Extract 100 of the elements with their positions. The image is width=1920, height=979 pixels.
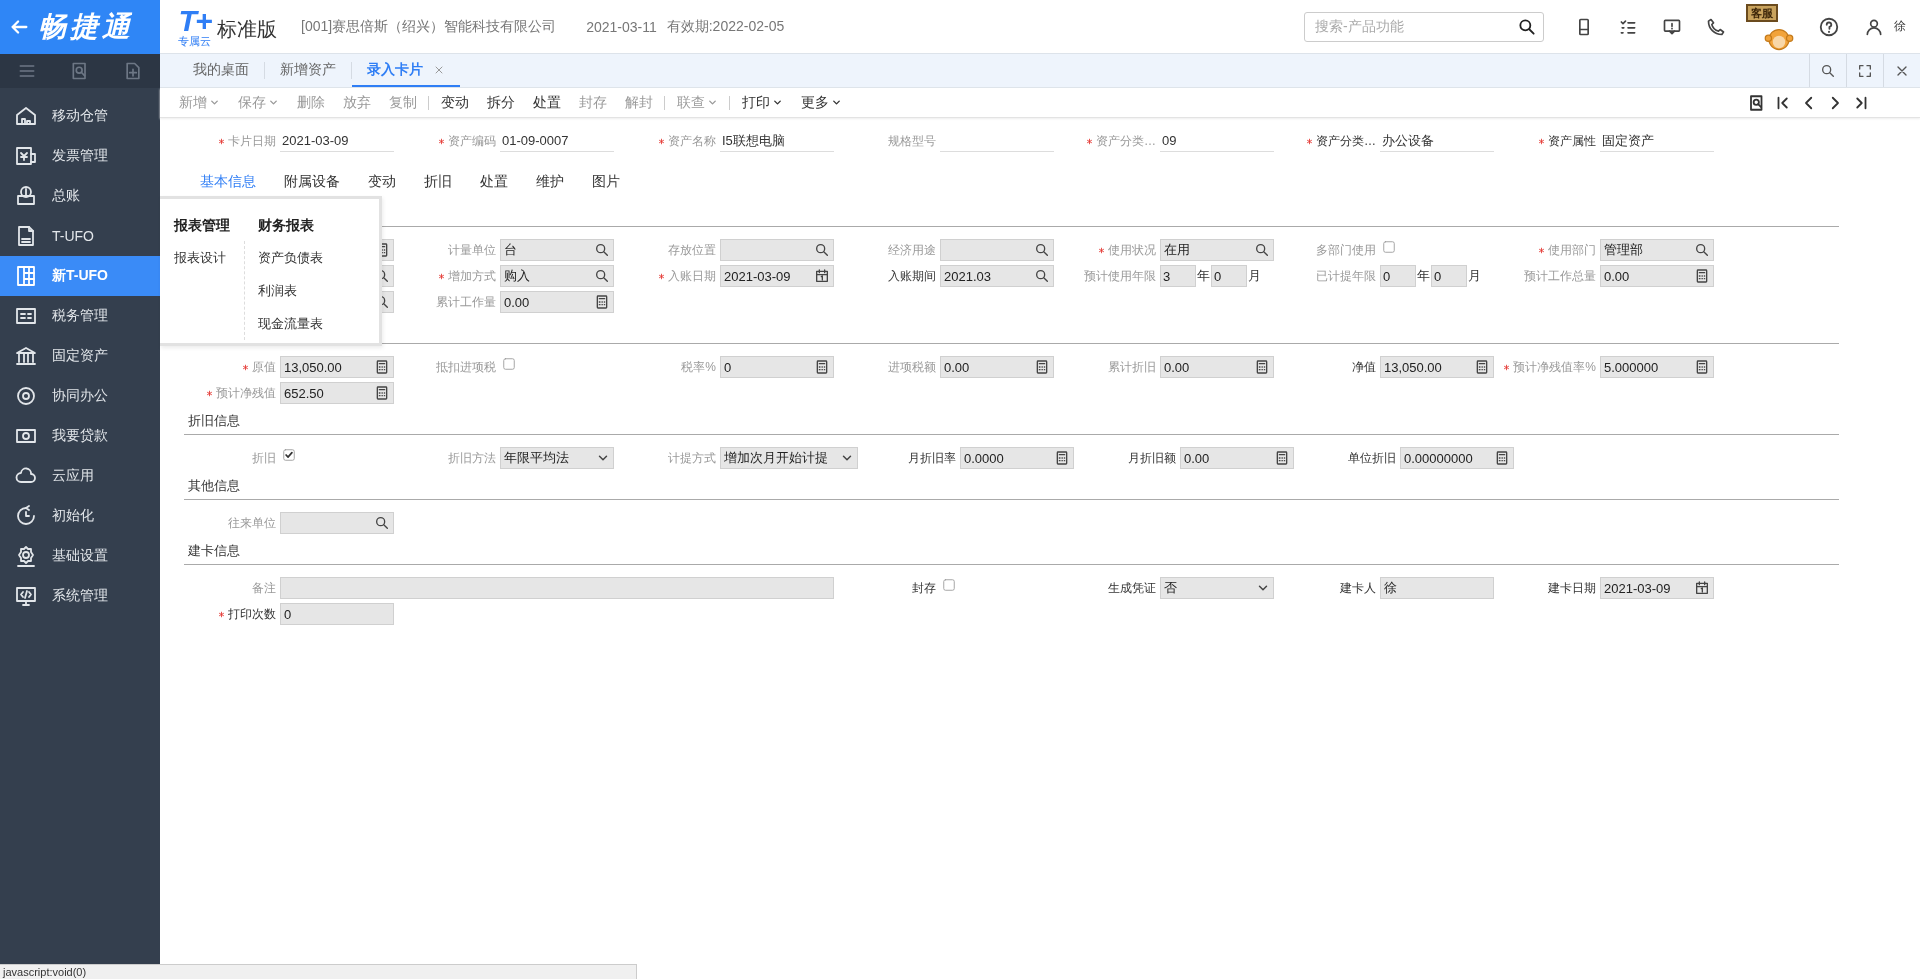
tab[interactable]: 变动 [354, 168, 410, 198]
calculator-icon[interactable] [1054, 450, 1070, 466]
toolbar-button[interactable]: 拆分 [478, 87, 524, 118]
input-field[interactable]: 652.50 [280, 382, 394, 404]
search-icon[interactable] [1254, 242, 1270, 258]
calculator-icon[interactable] [1274, 450, 1290, 466]
input-field[interactable]: 0.00000000 [1400, 447, 1514, 469]
search-icon[interactable] [814, 242, 830, 258]
sidebar-item[interactable]: 云应用 [0, 456, 160, 496]
input-field[interactable]: 0.00 [940, 356, 1054, 378]
input-field[interactable]: 13,050.00 [1380, 356, 1494, 378]
menu-item[interactable]: 利润表 [258, 274, 323, 307]
checkbox[interactable] [942, 578, 956, 592]
tab[interactable]: 图片 [578, 168, 634, 198]
input-field[interactable]: 13,050.00 [280, 356, 394, 378]
toolbar-button[interactable]: 打印 [733, 87, 792, 118]
input-field[interactable]: 2021-03-09 [1600, 577, 1714, 599]
support-sign[interactable]: 客服 [1746, 3, 1778, 22]
input-field[interactable]: 台 [500, 239, 614, 261]
tab[interactable]: 维护 [522, 168, 578, 198]
calculator-icon[interactable] [374, 385, 390, 401]
user-name[interactable]: 徐 [1894, 18, 1906, 35]
checkbox[interactable] [1382, 240, 1396, 254]
calculator-icon[interactable] [1694, 268, 1710, 284]
input-field[interactable]: I5联想电脑 [720, 130, 834, 152]
input-field[interactable]: 购入 [500, 265, 614, 287]
search-icon[interactable] [1694, 242, 1710, 258]
input-field[interactable]: 2021-03-09 [720, 265, 834, 287]
sidebar-item[interactable]: T-UFO [0, 216, 160, 256]
dropdown[interactable]: 否 [1160, 577, 1274, 599]
calculator-icon[interactable] [814, 359, 830, 375]
checkbox[interactable] [282, 448, 296, 462]
input-field[interactable]: 0.00 [1600, 265, 1714, 287]
sidebar-item[interactable]: 发票管理 [0, 136, 160, 176]
input-field[interactable]: 在用 [1160, 239, 1274, 261]
calculator-icon[interactable] [1474, 359, 1490, 375]
sidebar-item[interactable]: 我要贷款 [0, 416, 160, 456]
fullscreen-icon[interactable] [1857, 62, 1873, 79]
sidebar-item[interactable]: 移动仓管 [0, 96, 160, 136]
input-field[interactable]: 0 [1380, 265, 1416, 287]
search-icon[interactable] [1517, 16, 1537, 37]
calculator-icon[interactable] [1034, 359, 1050, 375]
sidebar-item[interactable]: 系统管理 [0, 576, 160, 616]
input-field[interactable]: 管理部 [1600, 239, 1714, 261]
checkbox[interactable] [502, 357, 516, 371]
input-field[interactable]: 0.00 [1180, 447, 1294, 469]
input-field[interactable] [940, 239, 1054, 261]
tab[interactable]: 折旧 [410, 168, 466, 198]
help-icon[interactable] [1818, 15, 1840, 38]
input-field[interactable]: 2021.03 [940, 265, 1054, 287]
input-field[interactable]: 0.00 [500, 291, 614, 313]
calculator-icon[interactable] [594, 294, 610, 310]
calculator-icon[interactable] [1254, 359, 1270, 375]
input-field[interactable]: 01-09-0007 [500, 130, 614, 152]
sidebar-item[interactable]: 税务管理 [0, 296, 160, 336]
input-field[interactable] [280, 512, 394, 534]
input-field[interactable] [720, 239, 834, 261]
input-field[interactable]: 0.00 [1160, 356, 1274, 378]
tab[interactable]: 附属设备 [270, 168, 354, 198]
toolbar-button[interactable]: 变动 [432, 87, 478, 118]
search-icon[interactable] [1034, 268, 1050, 284]
tab[interactable]: 处置 [466, 168, 522, 198]
phone-icon[interactable] [1706, 16, 1726, 37]
calculator-icon[interactable] [1494, 450, 1510, 466]
sidebar-item[interactable]: 总账 [0, 176, 160, 216]
dropdown[interactable]: 增加次月开始计提 [720, 447, 858, 469]
input-field[interactable]: 3 [1160, 265, 1196, 287]
calculator-icon[interactable] [1694, 359, 1710, 375]
tab[interactable]: 我的桌面 [178, 54, 264, 87]
input-field[interactable]: 徐 [1380, 577, 1494, 599]
sidebar-item[interactable]: 初始化 [0, 496, 160, 536]
calendar-icon[interactable] [1694, 580, 1710, 596]
menu-item[interactable]: 现金流量表 [258, 307, 323, 340]
input-field[interactable]: 固定资产 [1600, 130, 1714, 152]
input-field[interactable]: 09 [1160, 130, 1274, 152]
search-icon[interactable] [594, 242, 610, 258]
toolbar-button[interactable]: 更多 [792, 87, 851, 118]
input-field[interactable]: 0.0000 [960, 447, 1074, 469]
calculator-icon[interactable] [374, 359, 390, 375]
dropdown[interactable]: 年限平均法 [500, 447, 614, 469]
input-field[interactable]: 2021-03-09 [280, 130, 394, 152]
input-field[interactable]: 0 [1431, 265, 1467, 287]
input-field[interactable]: 办公设备 [1380, 130, 1494, 152]
tab[interactable]: 新增资产 [265, 54, 351, 87]
search-icon[interactable] [374, 515, 390, 531]
toolbar-button[interactable]: 处置 [524, 87, 570, 118]
menu-item[interactable]: 报表设计 [174, 241, 230, 274]
sidebar-item[interactable]: 基础设置 [0, 536, 160, 576]
input-field[interactable]: 0 [280, 603, 394, 625]
input-field[interactable] [280, 577, 834, 599]
sidebar-item[interactable]: 协同办公 [0, 376, 160, 416]
search-icon[interactable] [1034, 242, 1050, 258]
menu-item[interactable]: 资产负债表 [258, 241, 323, 274]
search-icon[interactable] [1820, 62, 1836, 79]
search-icon[interactable] [594, 268, 610, 284]
calendar-icon[interactable] [814, 268, 830, 284]
input-field[interactable]: 0 [1211, 265, 1247, 287]
sidebar-item[interactable]: 固定资产 [0, 336, 160, 376]
input-field[interactable]: 0 [720, 356, 834, 378]
input-field[interactable]: 5.000000 [1600, 356, 1714, 378]
